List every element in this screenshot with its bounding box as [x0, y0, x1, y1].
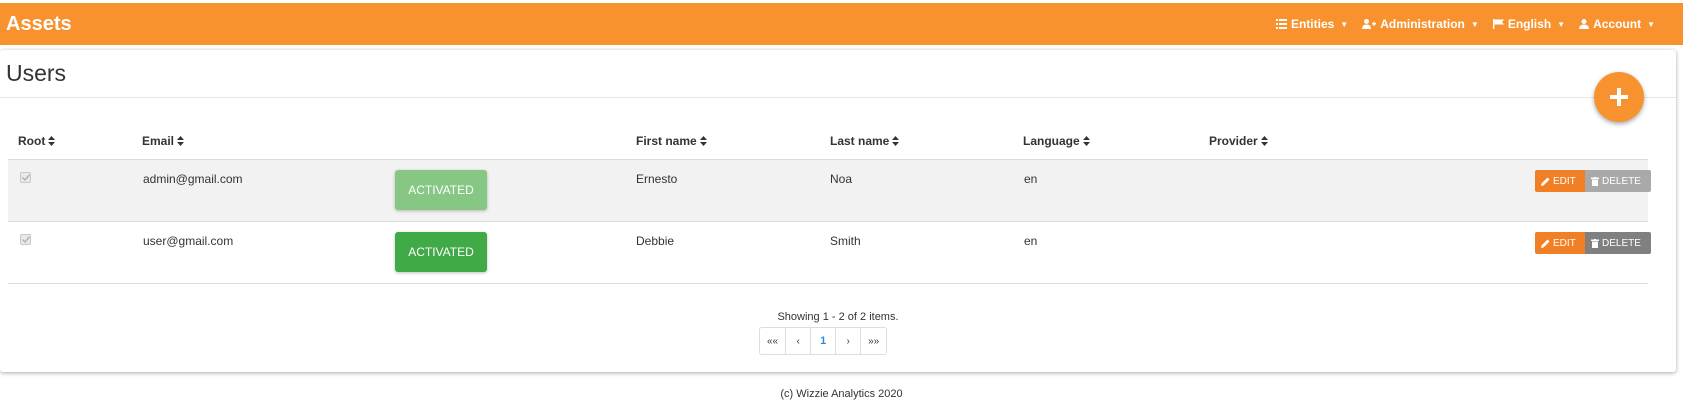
app-brand[interactable]: Assets	[6, 13, 72, 36]
nav-account-label: Account	[1593, 17, 1642, 31]
header-first-name-label: First name	[636, 134, 697, 148]
user-icon	[1579, 19, 1590, 29]
first-name-cell: Ernesto	[636, 172, 678, 186]
root-checkbox[interactable]	[20, 234, 31, 245]
page-prev-button[interactable]: ‹	[786, 328, 812, 354]
chevron-down-icon: ▼	[1470, 19, 1479, 29]
row-actions: EDIT DELETE	[1535, 170, 1651, 192]
header-last-name[interactable]: Last name	[830, 134, 900, 148]
header-provider-label: Provider	[1209, 134, 1258, 148]
last-name-cell: Noa	[830, 172, 853, 186]
header-language[interactable]: Language	[1023, 134, 1090, 148]
users-card: Users Root Email First name Last name La…	[0, 50, 1676, 372]
email-cell: admin@gmail.com	[143, 172, 243, 186]
activated-status-button[interactable]: ACTIVATED	[395, 170, 487, 210]
edit-button[interactable]: EDIT	[1535, 232, 1585, 254]
header-first-name[interactable]: First name	[636, 134, 707, 148]
language-cell: en	[1024, 234, 1038, 248]
chevron-down-icon: ▼	[1340, 19, 1349, 29]
trash-icon	[1591, 176, 1599, 186]
header-email-label: Email	[142, 134, 175, 148]
table-row: user@gmail.com ACTIVATED Debbie Smith en…	[8, 221, 1651, 283]
page-first-button[interactable]: ««	[760, 328, 787, 354]
nav-administration-menu[interactable]: Administration ▼	[1362, 17, 1479, 31]
sort-icon	[1260, 136, 1268, 146]
email-cell: user@gmail.com	[143, 234, 234, 248]
sort-icon	[177, 136, 185, 146]
pagination: «« ‹ 1 › »»	[759, 327, 888, 355]
sort-icon	[892, 136, 900, 146]
page-title: Users	[6, 60, 67, 86]
language-cell: en	[1024, 172, 1038, 186]
delete-button[interactable]: DELETE	[1585, 232, 1651, 254]
top-navbar: Assets Entities ▼ Administration ▼ Engli…	[0, 3, 1683, 45]
nav-entities-menu[interactable]: Entities ▼	[1275, 17, 1349, 31]
header-root[interactable]: Root	[18, 134, 56, 148]
edit-button[interactable]: EDIT	[1535, 170, 1585, 192]
nav-language-label: English	[1507, 17, 1552, 31]
list-icon	[1275, 19, 1287, 29]
root-checkbox[interactable]	[20, 172, 31, 183]
trash-icon	[1591, 238, 1599, 248]
check-icon	[21, 236, 30, 243]
edit-label: EDIT	[1553, 237, 1576, 249]
page-next-button[interactable]: ›	[836, 328, 862, 354]
nav-administration-label: Administration	[1380, 17, 1465, 31]
page-current-button[interactable]: 1	[811, 328, 837, 354]
sort-icon	[1082, 136, 1090, 146]
row-actions: EDIT DELETE	[1535, 232, 1651, 254]
delete-label: DELETE	[1602, 175, 1641, 187]
delete-button[interactable]: DELETE	[1585, 170, 1651, 192]
first-name-cell: Debbie	[636, 234, 675, 248]
nav-entities-label: Entities	[1290, 17, 1335, 31]
add-user-button[interactable]	[1594, 72, 1644, 122]
last-name-cell: Smith	[830, 234, 861, 248]
activated-status-button[interactable]: ACTIVATED	[395, 232, 487, 272]
nav-language-menu[interactable]: English ▼	[1492, 17, 1566, 31]
edit-label: EDIT	[1553, 175, 1576, 187]
header-root-label: Root	[18, 134, 46, 148]
table-row: admin@gmail.com ACTIVATED Ernesto Noa en…	[8, 159, 1651, 221]
user-plus-icon	[1362, 19, 1377, 29]
nav-menus: Entities ▼ Administration ▼ English ▼ Ac…	[1275, 17, 1655, 31]
plus-icon	[1610, 88, 1628, 106]
header-last-name-label: Last name	[830, 134, 890, 148]
footer-copyright: (c) Wizzie Analytics 2020	[780, 388, 903, 400]
header-provider[interactable]: Provider	[1209, 134, 1268, 148]
table-bottom-border	[8, 283, 1648, 284]
pencil-icon	[1541, 177, 1550, 186]
chevron-down-icon: ▼	[1647, 19, 1655, 29]
nav-account-menu[interactable]: Account ▼	[1579, 17, 1655, 31]
sort-icon	[48, 136, 56, 146]
delete-label: DELETE	[1602, 237, 1641, 249]
pagination-summary: Showing 1 - 2 of 2 items.	[777, 311, 899, 323]
check-icon	[21, 174, 30, 181]
flag-icon	[1492, 19, 1504, 29]
chevron-down-icon: ▼	[1557, 19, 1566, 29]
header-email[interactable]: Email	[142, 134, 185, 148]
header-language-label: Language	[1023, 134, 1080, 148]
title-divider	[0, 97, 1676, 98]
sort-icon	[699, 136, 707, 146]
page-last-button[interactable]: »»	[861, 328, 887, 354]
pencil-icon	[1541, 239, 1550, 248]
